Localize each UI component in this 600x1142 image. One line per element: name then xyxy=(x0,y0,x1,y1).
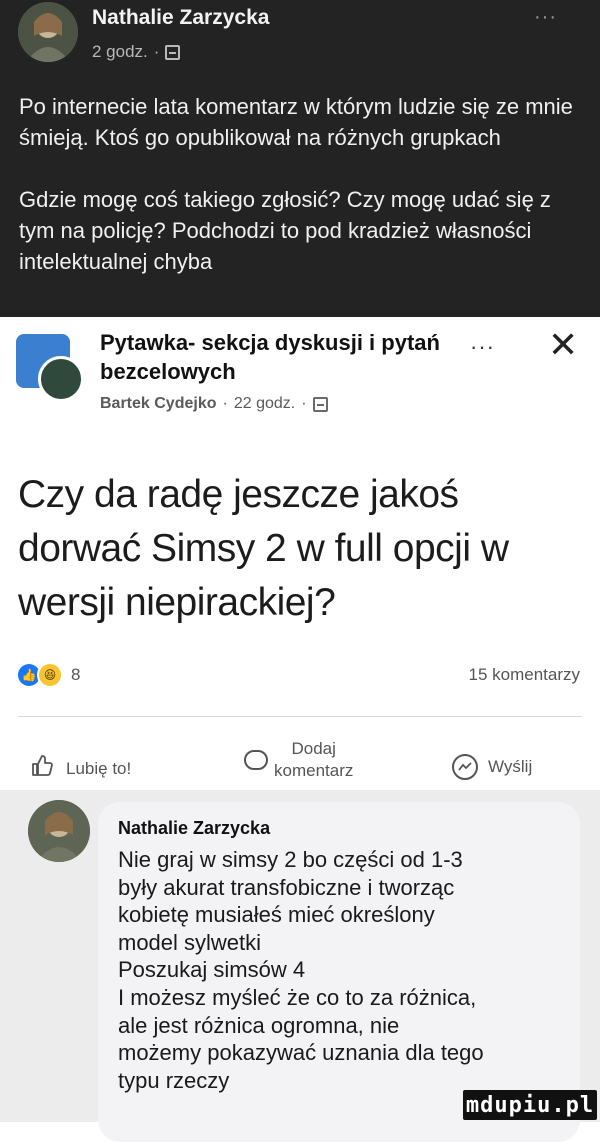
meta-separator: · xyxy=(222,395,228,412)
group-name[interactable]: Pytawka- sekcja dyskusji i pytań bezcelo… xyxy=(100,328,440,386)
more-icon[interactable]: ··· xyxy=(470,334,495,360)
post-meta: 2 godz. · xyxy=(92,42,181,62)
avatar[interactable] xyxy=(28,800,90,862)
haha-reaction-icon: 😆 xyxy=(37,662,63,688)
shared-post-author[interactable]: Bartek Cydejko xyxy=(100,395,217,413)
post-paragraph: Po internecie lata komentarz w którym lu… xyxy=(19,94,573,150)
avatar-image xyxy=(28,800,90,862)
reactions-count: 8 xyxy=(71,665,81,684)
comment-line: I możesz myśleć że co to za różnica, xyxy=(118,984,477,1010)
comment-line: możemy pokazywać uznania dla tego xyxy=(118,1040,484,1066)
comment-line: Nie graj w simsy 2 bo części od 1-3 xyxy=(118,847,463,872)
share-button[interactable]: Wyślij xyxy=(452,754,532,780)
globe-icon xyxy=(312,396,328,412)
shared-post-meta: Bartek Cydejko · 22 godz. · xyxy=(100,395,328,413)
comment-line: ale jest różnica ogromna, nie xyxy=(118,1012,400,1038)
comment-label-line2: komentarz xyxy=(274,761,354,780)
comment-line: model sylwetki xyxy=(118,929,262,955)
avatar[interactable] xyxy=(18,2,78,62)
more-icon[interactable]: ··· xyxy=(534,6,557,29)
top-post: Nathalie Zarzycka 2 godz. · ··· Po inter… xyxy=(0,0,600,317)
author-avatar xyxy=(38,356,84,402)
post-paragraph: Gdzie mogę coś takiego zgłosić? Czy mogę… xyxy=(19,187,551,274)
comment-line: Poszukaj simsów 4 xyxy=(118,957,306,983)
comment-line: kobietę musiałeś mieć określony xyxy=(118,902,435,928)
comment-icon xyxy=(244,750,268,770)
like-label: Lubię to! xyxy=(66,759,132,778)
group-avatar[interactable] xyxy=(16,334,92,402)
post-body: Po internecie lata komentarz w którym lu… xyxy=(19,91,584,277)
post-author[interactable]: Nathalie Zarzycka xyxy=(92,6,269,30)
watermark-logo: mdupiu.pl xyxy=(463,1090,597,1120)
comments-count[interactable]: 15 komentarzy xyxy=(469,665,581,685)
close-icon[interactable]: ✕ xyxy=(548,327,578,363)
post-time[interactable]: 2 godz. xyxy=(92,42,148,62)
meta-separator: · xyxy=(153,42,160,61)
globe-icon xyxy=(165,44,181,60)
thumb-up-icon xyxy=(30,754,54,784)
shared-post-time[interactable]: 22 godz. xyxy=(234,395,295,413)
divider xyxy=(18,716,582,717)
comment-label: Dodaj komentarz xyxy=(274,738,353,782)
reactions-summary[interactable]: 👍 😆 8 xyxy=(18,662,80,688)
avatar-image xyxy=(18,2,78,62)
share-label: Wyślij xyxy=(488,757,533,776)
comment-text: Nie graj w simsy 2 bo części od 1-3 były… xyxy=(118,846,568,1094)
like-button[interactable]: Lubię to! xyxy=(30,754,131,784)
meta-separator: · xyxy=(301,395,307,412)
post-question: Czy da radę jeszcze jakoś dorwać Simsy 2… xyxy=(18,473,509,624)
comment-button[interactable]: Dodaj komentarz xyxy=(244,738,353,782)
comment-label-line1: Dodaj xyxy=(291,739,336,758)
comment-author[interactable]: Nathalie Zarzycka xyxy=(118,818,270,839)
messenger-icon xyxy=(452,754,478,780)
comment-line: były akurat transfobiczne i tworząc xyxy=(118,874,455,900)
